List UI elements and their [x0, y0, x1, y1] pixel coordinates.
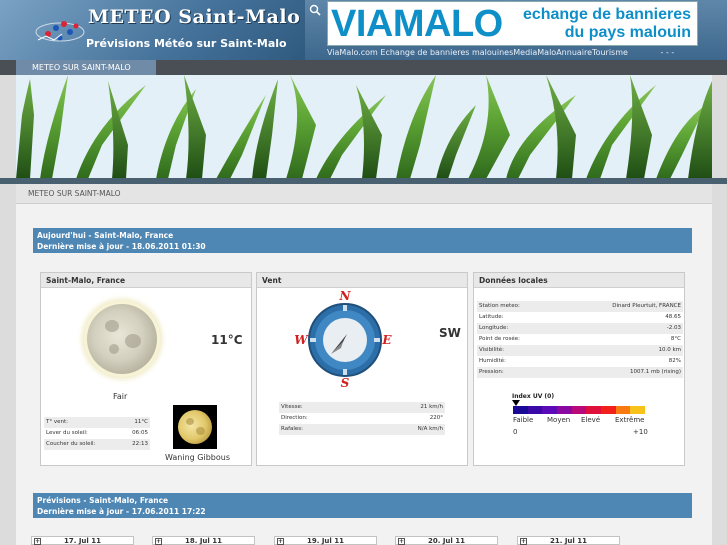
uv-segment [586, 406, 602, 414]
top-link-tourisme[interactable]: Tourisme [592, 48, 628, 57]
weather-details-table: T° vent: 11°C Lever du soleil: 06:05 Couch… [44, 417, 150, 450]
site-subtitle: Prévisions Météo sur Saint-Malo [86, 37, 287, 50]
table-row: Longitude: -2.03 [477, 323, 683, 334]
moon-phase-label: Waning Gibbous [165, 453, 230, 462]
top-link-viamalo[interactable]: ViaMalo.com [327, 48, 378, 57]
table-row: Lever du soleil: 06:05 [46, 430, 148, 436]
wind-details-table: Vitesse: 21 km/h Direction: 220° Rafales: N… [279, 402, 445, 435]
forecast-updated: Dernière mise à jour - 17.06.2011 17:22 [37, 507, 206, 516]
compass-south: S [341, 376, 350, 390]
site-title[interactable]: METEO Saint-Malo [88, 6, 300, 28]
forecast-header: Prévisions - Saint-Malo, France Dernière… [33, 493, 692, 518]
uv-segment [542, 406, 558, 414]
globe-logo-icon [35, 21, 85, 42]
forecast-day-tab[interactable]: +18. Jul 11 [152, 536, 255, 545]
uv-segment [527, 406, 543, 414]
fair-night-moon-icon [87, 304, 157, 374]
top-link-mediamalo[interactable]: MediaMalo [513, 48, 556, 57]
uv-level-low: Faible [513, 416, 534, 424]
top-links: ViaMalo.com Echange de bannieres malouin… [327, 48, 674, 57]
wind-direction: SW [439, 326, 461, 340]
expand-plus-icon[interactable]: + [398, 538, 405, 545]
today-header: Aujourd'hui - Saint-Malo, France Dernièr… [33, 228, 692, 253]
weather-condition: Fair [113, 392, 128, 401]
hero-grass-image [16, 75, 712, 179]
compass-west: W [295, 333, 309, 347]
uv-level-extreme: Extrême [615, 416, 645, 424]
uv-min: 0 [513, 428, 518, 436]
uv-segment [571, 406, 587, 414]
top-link-annuaire[interactable]: Annuaire [556, 48, 592, 57]
nav-tab-meteo[interactable]: METEO SUR SAINT-MALO [16, 60, 156, 75]
forecast-day-tab[interactable]: +21. Jul 11 [517, 536, 620, 545]
uv-scale-bar [513, 406, 646, 414]
banner-line-2: du pays malouin [564, 24, 691, 41]
section-title: METEO SUR SAINT-MALO [16, 184, 712, 204]
banner-line-1: echange de bannieres [522, 6, 691, 23]
uv-segment [615, 406, 631, 414]
expand-plus-icon[interactable]: + [155, 538, 162, 545]
table-row: Station meteo: Dinard Pleurtuit, FRANCE [477, 301, 683, 312]
compass-east: E [381, 333, 392, 347]
today-updated: Dernière mise à jour - 18.06.2011 01:30 [37, 242, 206, 251]
table-row: Humidité: 82% [479, 358, 681, 364]
banner-title: VIAMALO [331, 3, 503, 45]
table-row: Point de rosée: 8°C [479, 336, 681, 342]
table-row: Vitesse: 21 km/h [279, 402, 445, 413]
uv-level-high: Elevé [581, 416, 601, 424]
viamalo-banner-ad[interactable]: VIAMALO echange de bannieres du pays mal… [327, 1, 698, 46]
top-link-echange[interactable]: Echange de bannieres malouines [380, 48, 513, 57]
moon-phase-image [173, 405, 217, 449]
uv-segment [630, 406, 646, 414]
table-row: Direction: 220° [281, 415, 443, 421]
expand-plus-icon[interactable]: + [277, 538, 284, 545]
forecast-day-tab[interactable]: +17. Jul 11 [31, 536, 134, 545]
uv-segment [513, 406, 528, 414]
moon-phase-icon [178, 410, 212, 444]
uv-segment [557, 406, 572, 414]
local-data-table: Station meteo: Dinard Pleurtuit, FRANCE L… [477, 301, 683, 378]
table-row: T° vent: 11°C [44, 417, 150, 428]
uv-max: +10 [633, 428, 648, 436]
panel-wind-title: Vent [257, 273, 467, 288]
today-location: Aujourd'hui - Saint-Malo, France [37, 231, 174, 240]
forecast-day-tab[interactable]: +20. Jul 11 [395, 536, 498, 545]
expand-plus-icon[interactable]: + [520, 538, 527, 545]
header-logo-area: METEO Saint-Malo Prévisions Météo sur Sa… [0, 0, 305, 60]
site-header: METEO Saint-Malo Prévisions Météo sur Sa… [0, 0, 727, 60]
panel-weather-title: Saint-Malo, France [41, 273, 251, 288]
table-row: Visibilité: 10.0 km [477, 345, 683, 356]
forecast-day-tab[interactable]: +19. Jul 11 [274, 536, 377, 545]
panel-local-title: Données locales [474, 273, 684, 288]
compass-north: N [339, 290, 352, 303]
grass-illustration [16, 75, 712, 179]
expand-plus-icon[interactable]: + [34, 538, 41, 545]
forecast-location: Prévisions - Saint-Malo, France [37, 496, 169, 505]
top-links-trailing: - - - [660, 48, 675, 57]
search-icon[interactable] [309, 4, 321, 16]
uv-level-medium: Moyen [547, 416, 571, 424]
table-row: Rafales: N/A km/h [279, 424, 445, 435]
current-temperature: 11°C [211, 333, 243, 347]
uv-segment [601, 406, 616, 414]
table-row: Latitude: 48.65 [479, 314, 681, 320]
table-row: Coucher du soleil: 22:13 [44, 439, 150, 450]
uv-index-label: Index UV (0) [512, 393, 555, 400]
wind-compass-icon: N E S W [295, 290, 392, 390]
table-row: Pression: 1007.1 mb (rising) [477, 367, 683, 378]
